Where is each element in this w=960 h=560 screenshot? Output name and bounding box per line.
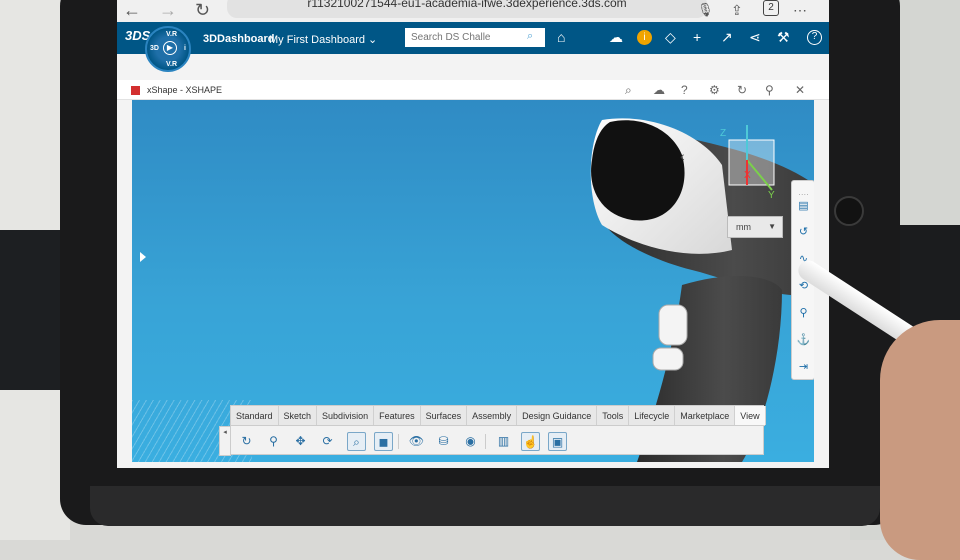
- tab-surfaces[interactable]: Surfaces: [421, 406, 468, 425]
- tab-standard[interactable]: Standard: [231, 406, 279, 425]
- search-icon[interactable]: ⌕: [527, 30, 533, 43]
- tab-count-button[interactable]: 2: [763, 0, 779, 16]
- rotate-icon[interactable]: ↺: [796, 225, 811, 240]
- sphere-material-icon[interactable]: ◉: [461, 432, 480, 451]
- action-bar-tabs: Standard Sketch Subdivision Features Sur…: [231, 406, 766, 426]
- home-button[interactable]: [834, 196, 864, 226]
- widget-header: xShape - XSHAPE ⌕ ☁ ? ⚙ ↻ ⚲ ✕: [117, 80, 829, 100]
- compass-south-label: V.R: [166, 61, 178, 68]
- app-name: 3DDashboard: [203, 33, 275, 45]
- image-select-icon[interactable]: ▣: [548, 432, 567, 451]
- tools-icon[interactable]: ⚒: [777, 30, 790, 44]
- tab-assembly[interactable]: Assembly: [467, 406, 518, 425]
- caret-down-icon: ▼: [768, 222, 776, 231]
- tab-subdivision[interactable]: Subdivision: [317, 406, 375, 425]
- axis-y-label: Y: [768, 190, 775, 201]
- compass-east-label: i: [184, 45, 186, 52]
- exit-icon[interactable]: ⇥: [796, 360, 811, 375]
- eye-icon[interactable]: 👁: [407, 432, 426, 451]
- address-bar[interactable]: r1132100271544-eu1-academia-ifwe.3dexper…: [227, 0, 707, 18]
- cloud-icon[interactable]: ☁: [653, 83, 665, 97]
- pan-icon[interactable]: ✥: [291, 432, 310, 451]
- help-icon[interactable]: ?: [807, 30, 822, 45]
- tab-marketplace[interactable]: Marketplace: [675, 406, 736, 425]
- chevron-left-icon[interactable]: ‹: [680, 148, 685, 164]
- touch-icon[interactable]: ☝: [521, 432, 540, 451]
- xshape-logo-icon: [131, 86, 140, 95]
- axis-z-label: Z: [720, 128, 726, 139]
- more-icon[interactable]: ⋯: [793, 0, 807, 20]
- search-input[interactable]: [405, 28, 545, 47]
- tab-features[interactable]: Features: [374, 406, 421, 425]
- tab-tools[interactable]: Tools: [597, 406, 630, 425]
- reload-icon[interactable]: ↻: [195, 0, 210, 20]
- dryer-button-bottom: [652, 347, 684, 371]
- cloud-icon[interactable]: ☁: [609, 30, 623, 44]
- pin-icon[interactable]: ⚲: [765, 83, 774, 97]
- share-icon[interactable]: ↗: [721, 30, 733, 44]
- axis-x-label: X: [744, 170, 751, 181]
- action-bar: Standard Sketch Subdivision Features Sur…: [219, 405, 766, 456]
- 3d-viewport[interactable]: Z X Y ‹ mm ▼ ···· ▤ ↺ ∿ ⟲ ⚲ ⚓ ⇥ Standard…: [132, 100, 814, 462]
- arrow-right-icon[interactable]: →: [159, 0, 177, 20]
- toolbar-separator: [485, 434, 486, 449]
- dashboard-name: My First Dashboard: [269, 34, 365, 46]
- tag-icon[interactable]: ⌂: [557, 30, 565, 44]
- tab-design-guidance[interactable]: Design Guidance: [517, 406, 598, 425]
- tab-lifecycle[interactable]: Lifecycle: [629, 406, 676, 425]
- play-icon[interactable]: ▶: [163, 41, 177, 55]
- widget-title: xShape - XSHAPE: [147, 85, 223, 95]
- tab-view[interactable]: View: [735, 406, 766, 425]
- address-text: r1132100271544-eu1-academia-ifwe.3dexper…: [307, 0, 627, 10]
- gear-icon[interactable]: ⚙: [709, 83, 720, 97]
- dashboard-selector[interactable]: My First Dashboard ⌄: [269, 33, 377, 46]
- view-cube-icon[interactable]: ◼: [374, 432, 393, 451]
- tablet-case-bottom: [90, 486, 880, 526]
- arrow-left-icon[interactable]: ←: [123, 0, 141, 20]
- network-icon[interactable]: ⋖: [749, 30, 761, 44]
- zoom-icon[interactable]: ⚲: [796, 306, 811, 321]
- share-icon[interactable]: ⇪: [731, 0, 743, 20]
- layout-icon[interactable]: ▤: [796, 199, 811, 214]
- dashboard-bar: 3DS 3DDashboard My First Dashboard ⌄ ⌕ ⌂…: [117, 22, 829, 54]
- compass-widget[interactable]: V.R 3D i V.R ▶: [145, 26, 191, 72]
- unit-selector[interactable]: mm ▼: [727, 216, 783, 238]
- hand: [880, 320, 960, 560]
- add-icon[interactable]: +: [693, 30, 701, 44]
- close-icon[interactable]: ✕: [795, 83, 805, 97]
- rotate-view-icon[interactable]: ⟳: [318, 432, 337, 451]
- anchor-icon[interactable]: ⚓: [796, 333, 811, 348]
- rotate-lock-icon[interactable]: ↻: [237, 432, 256, 451]
- book-icon[interactable]: ▥: [494, 432, 513, 451]
- chevron-down-icon: ⌄: [368, 34, 378, 46]
- community-icon[interactable]: i: [637, 30, 652, 45]
- help-icon[interactable]: ?: [681, 83, 688, 97]
- action-bar-expand-icon[interactable]: ◂: [219, 426, 231, 456]
- dryer-button-top: [658, 304, 688, 346]
- zoom-area-icon[interactable]: ⌕: [347, 432, 366, 451]
- compass-north-label: V.R: [166, 31, 178, 38]
- zoom-icon[interactable]: ⚲: [264, 432, 283, 451]
- search-icon[interactable]: ⌕: [625, 83, 632, 98]
- compass-west-label: 3D: [150, 45, 159, 52]
- microphone-icon[interactable]: 🎙: [697, 0, 714, 20]
- tablet-screen: ← → ↻ r1132100271544-eu1-academia-ifwe.3…: [117, 0, 829, 468]
- browser-toolbar: ← → ↻ r1132100271544-eu1-academia-ifwe.3…: [117, 0, 829, 22]
- cylinder-icon[interactable]: ⛁: [434, 432, 453, 451]
- refresh-icon[interactable]: ↻: [737, 83, 747, 97]
- label-icon[interactable]: ◇: [665, 30, 676, 44]
- toolbar-separator: [398, 434, 399, 449]
- tab-sketch[interactable]: Sketch: [279, 406, 318, 425]
- unit-value: mm: [736, 222, 751, 232]
- action-bar-icons: ↻ ⚲ ✥ ⟳ ⌕ ◼ 👁 ⛁ ◉ ▥ ☝ ▣: [231, 428, 765, 454]
